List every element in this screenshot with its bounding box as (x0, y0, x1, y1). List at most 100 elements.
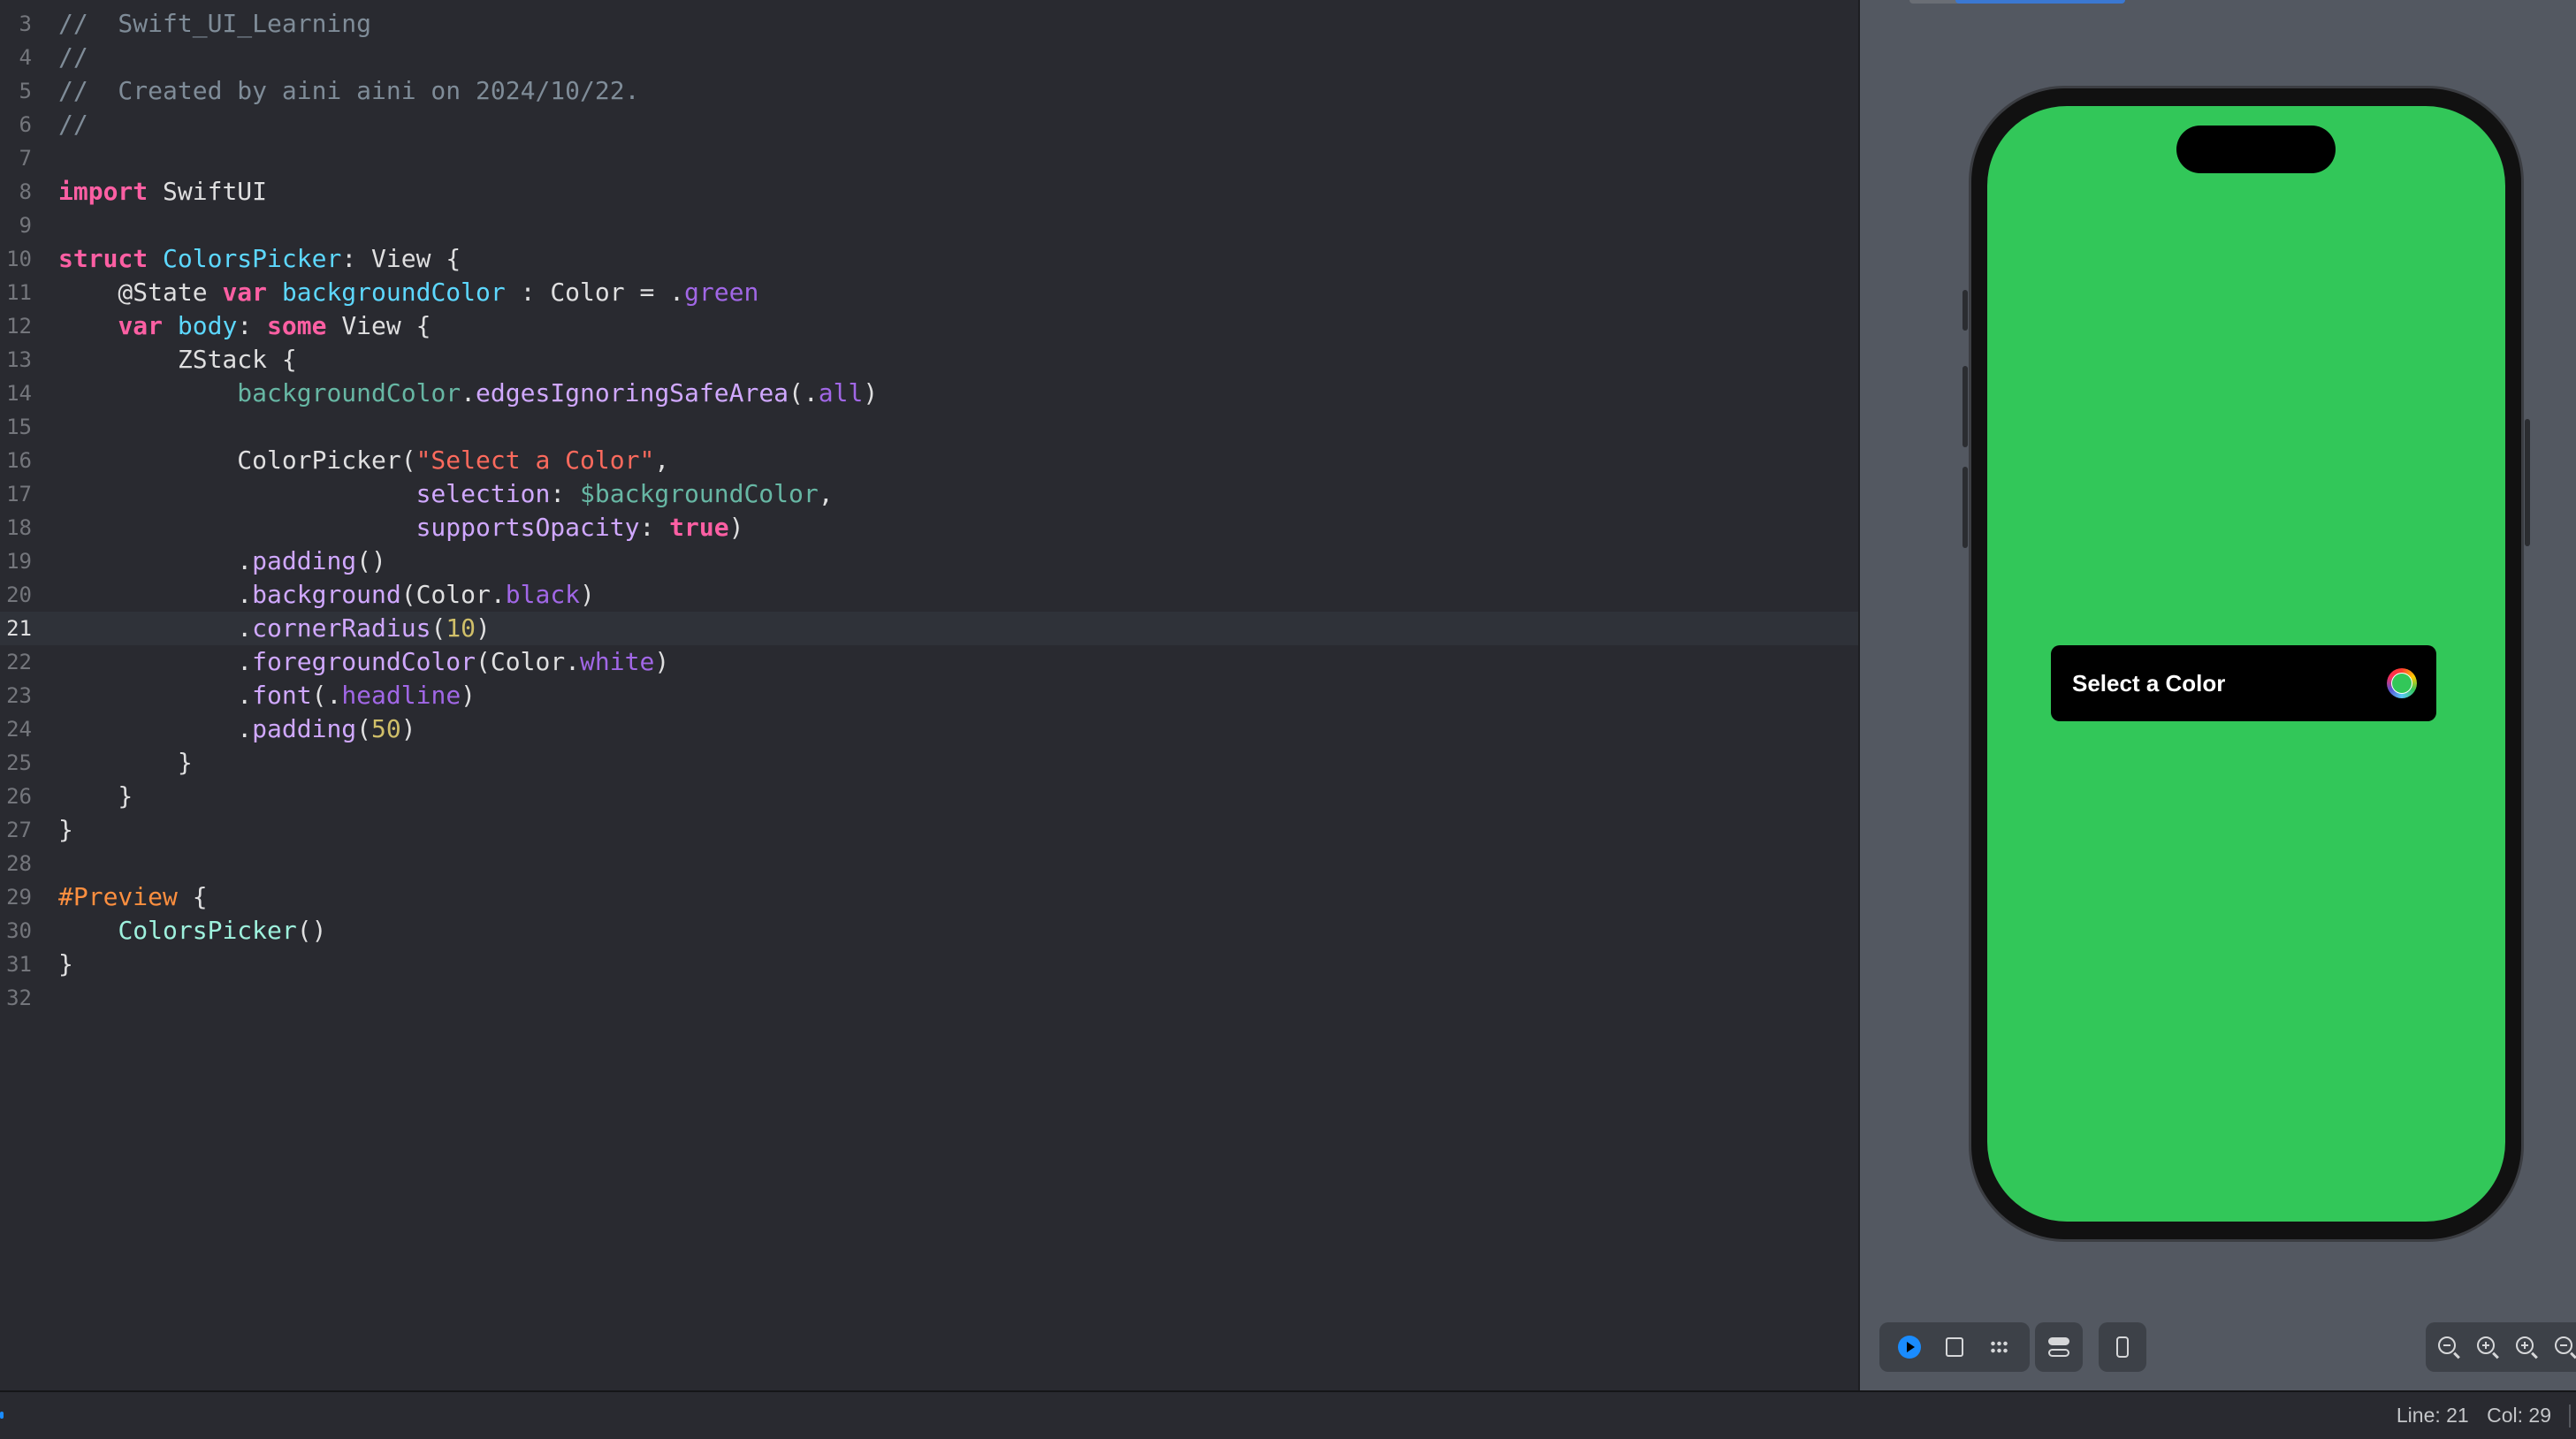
zoom-in-icon[interactable] (2472, 1329, 2504, 1365)
code-text: supportsOpacity: true) (58, 511, 744, 544)
code-token: , (818, 479, 834, 508)
code-line[interactable]: 20 .background(Color.black) (0, 578, 1858, 612)
code-line[interactable]: 32 (0, 981, 1858, 1015)
code-text: } (58, 780, 133, 813)
line-number: 24 (6, 717, 32, 742)
code-line[interactable]: 26 } (0, 780, 1858, 813)
code-token: import (58, 177, 149, 206)
code-token: ) (863, 378, 879, 407)
code-line[interactable]: 12 var body: some View { (0, 309, 1858, 343)
code-line[interactable]: 27} (0, 813, 1858, 847)
code-line[interactable]: 22 .foregroundColor(Color.white) (0, 645, 1858, 679)
code-editor[interactable]: 3 // Swift_UI_Learning 4 // 5 // Created by a… (0, 0, 1858, 1390)
code-token: padding (252, 714, 357, 743)
code-line[interactable]: 14 backgroundColor.edgesIgnoringSafeArea… (0, 377, 1858, 410)
code-text: backgroundColor.edgesIgnoringSafeArea(.a… (58, 377, 878, 410)
selectable-mode-icon[interactable] (1937, 1329, 1972, 1365)
preview-mode-group (1879, 1322, 2030, 1372)
code-token: : (550, 479, 581, 508)
device-group (2099, 1322, 2146, 1372)
code-text: ColorsPicker() (58, 914, 326, 948)
code-line[interactable]: 18 supportsOpacity: true) (0, 511, 1858, 544)
code-token: () (356, 546, 386, 575)
cursor-position[interactable]: Line: 21 Col: 29 (2384, 1392, 2551, 1439)
code-line[interactable]: 17 selection: $backgroundColor, (0, 477, 1858, 511)
code-token: { (177, 882, 208, 911)
line-number: 12 (6, 314, 32, 339)
device-screen[interactable]: Select a Color (1987, 106, 2505, 1222)
status-indicator (0, 1412, 4, 1419)
line-number: 14 (6, 381, 32, 406)
code-line[interactable]: 24 .padding(50) (0, 712, 1858, 746)
live-mode-icon[interactable] (1892, 1329, 1927, 1365)
code-line[interactable]: 19 .padding() (0, 544, 1858, 578)
code-token: font (252, 681, 312, 710)
line-number: 9 (19, 213, 32, 238)
code-line[interactable]: 5 // Created by aini aini on 2024/10/22. (0, 74, 1858, 108)
code-token: foregroundColor (252, 647, 476, 676)
zoom-out-icon[interactable] (2433, 1329, 2465, 1365)
canvas-tab-indicator[interactable] (1909, 0, 1962, 4)
code-token: . (58, 714, 253, 743)
line-number: 13 (6, 347, 32, 372)
code-line[interactable]: 30 ColorsPicker() (0, 914, 1858, 948)
code-line[interactable]: 4 // (0, 41, 1858, 74)
code-line[interactable]: 7 (0, 141, 1858, 175)
code-line[interactable]: 13 ZStack { (0, 343, 1858, 377)
code-line[interactable]: 11 @State var backgroundColor : Color = … (0, 276, 1858, 309)
code-text: } (58, 948, 73, 981)
line-number: 15 (6, 415, 32, 439)
code-line[interactable]: 21 .cornerRadius(10) (0, 612, 1858, 645)
code-line[interactable]: 23 .font(.headline) (0, 679, 1858, 712)
status-divider (2569, 1405, 2571, 1428)
code-token: ColorsPicker (118, 916, 297, 945)
line-number: 31 (6, 952, 32, 977)
code-token: @State (58, 278, 223, 307)
code-token: . (58, 580, 253, 609)
code-line[interactable]: 10 struct ColorsPicker: View { (0, 242, 1858, 276)
code-line[interactable]: 28 (0, 847, 1858, 880)
code-text: } (58, 813, 73, 847)
code-line[interactable]: 15 (0, 410, 1858, 444)
device-icon[interactable] (2105, 1329, 2140, 1365)
variants-icon[interactable] (1982, 1329, 2017, 1365)
code-token: // (58, 110, 88, 139)
line-number: 10 (6, 247, 32, 271)
code-token: (. (311, 681, 342, 710)
code-line[interactable]: 16 ColorPicker("Select a Color", (0, 444, 1858, 477)
line-number: 4 (19, 45, 32, 70)
volume-up-button (1962, 366, 1968, 447)
code-token: edgesIgnoringSafeArea (476, 378, 789, 407)
line-number: 17 (6, 482, 32, 506)
code-line[interactable]: 25 } (0, 746, 1858, 780)
code-token: cornerRadius (252, 613, 431, 643)
code-line[interactable]: 3 // Swift_UI_Learning (0, 7, 1858, 41)
code-line[interactable]: 31} (0, 948, 1858, 981)
code-token: #Preview (58, 882, 178, 911)
zoom-fit-icon[interactable] (2549, 1329, 2576, 1365)
line-number: 23 (6, 683, 32, 708)
color-picker[interactable]: Select a Color (2051, 645, 2436, 721)
zoom-100-icon[interactable] (2511, 1329, 2542, 1365)
code-token: background (252, 580, 401, 609)
code-line[interactable]: 8 import SwiftUI (0, 175, 1858, 209)
color-well-icon[interactable] (2387, 668, 2417, 698)
code-line[interactable]: 6 // (0, 108, 1858, 141)
device-frame: Select a Color (1962, 88, 2530, 1239)
canvas-selected-tab-indicator[interactable] (1955, 0, 2125, 4)
code-token: body (177, 311, 238, 340)
code-token: supportsOpacity (415, 513, 640, 542)
device-settings-icon[interactable] (2041, 1329, 2077, 1365)
code-line[interactable]: 29 #Preview { (0, 880, 1858, 914)
code-token: padding (252, 546, 357, 575)
code-token: // (58, 42, 88, 72)
code-line[interactable]: 9 (0, 209, 1858, 242)
line-number: 22 (6, 650, 32, 674)
code-text: // (58, 108, 88, 141)
preview-canvas[interactable]: Select a Color (1858, 0, 2576, 1390)
